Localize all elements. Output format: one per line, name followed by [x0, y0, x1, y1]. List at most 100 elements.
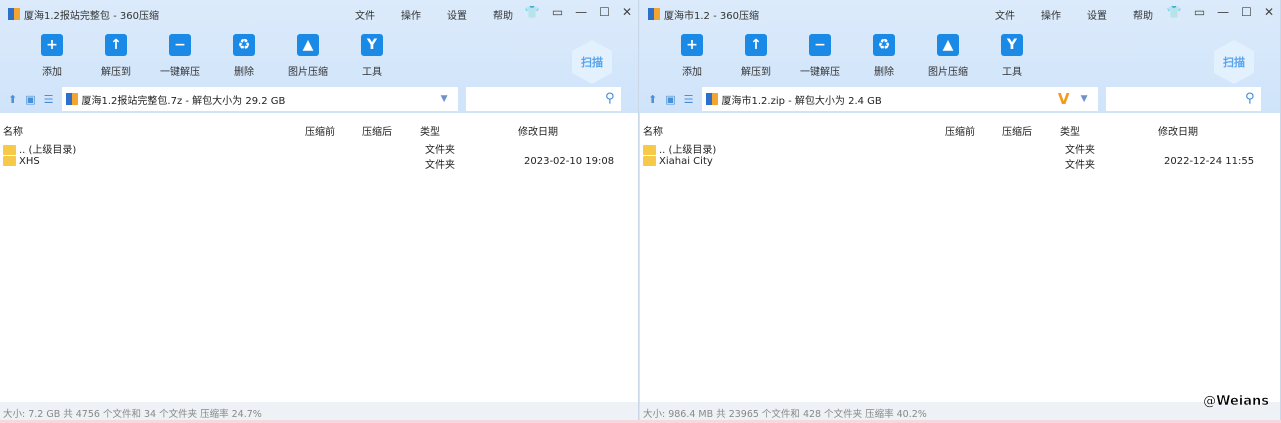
minimize-button[interactable]: — — [575, 5, 587, 19]
thumbnail-view-icon[interactable]: ▣ — [25, 93, 35, 106]
search-input[interactable]: ⚲ — [465, 87, 621, 111]
menu-item[interactable]: 操作 — [401, 7, 421, 22]
column-header: 名称 压缩前 压缩后 类型 修改日期 — [640, 119, 1280, 141]
file-name: XHS — [19, 156, 40, 167]
search-icon[interactable]: ⚲ — [605, 91, 615, 106]
path-text: 厦海市1.2.zip - 解包大小为 2.4 GB — [721, 95, 882, 107]
column-header: 名称 压缩前 压缩后 类型 修改日期 — [0, 119, 638, 141]
column-4[interactable]: 修改日期 — [1158, 123, 1198, 138]
maximize-button[interactable]: ☐ — [1241, 5, 1252, 19]
column-4[interactable]: 修改日期 — [518, 123, 558, 138]
list-view-icon[interactable]: ☰ — [684, 93, 694, 106]
search-input[interactable]: ⚲ — [1105, 87, 1261, 111]
archive-window: 厦海1.2报站完整包 - 360压缩 文件 操作 设置 帮助 👕 ▭ — ☐ ✕ + 添加 ↑ 解压… — [0, 0, 639, 420]
toolbar-button[interactable]: + 添加 — [20, 28, 84, 85]
thumbnail-view-icon[interactable]: ▣ — [665, 93, 675, 106]
window-title: 厦海1.2报站完整包 - 360压缩 — [24, 10, 159, 22]
menu-item[interactable]: 设置 — [1087, 7, 1107, 22]
toolbar-button[interactable]: ↑ 解压到 — [724, 28, 788, 85]
folder-icon — [643, 156, 656, 166]
image-compress-icon: ▲ — [297, 34, 319, 56]
menu-item[interactable]: 操作 — [1041, 7, 1061, 22]
dropdown-icon[interactable]: ▼ — [1081, 94, 1088, 104]
toolbar-button[interactable]: − 一键解压 — [788, 28, 852, 85]
one-click-extract-icon: − — [169, 34, 191, 56]
v-logo-icon[interactable]: V — [1058, 90, 1070, 108]
menu-item[interactable]: 帮助 — [493, 7, 513, 22]
delete-icon: ♻ — [873, 34, 895, 56]
toolbar-label: 删除 — [874, 67, 894, 78]
skin-icon[interactable]: 👕 — [1167, 5, 1182, 19]
menu-item[interactable]: 设置 — [447, 7, 467, 22]
list-view-icon[interactable]: ☰ — [44, 93, 54, 106]
dropdown-icon[interactable]: ▼ — [441, 94, 448, 104]
toolbar-label: 工具 — [1002, 67, 1022, 78]
archive-icon — [705, 93, 718, 105]
list-item[interactable]: Xiahai City 文件夹 2022-12-24 11:55 — [640, 156, 1280, 171]
toolbar-label: 一键解压 — [160, 67, 200, 78]
up-icon[interactable]: ⬆ — [8, 93, 17, 106]
maximize-button[interactable]: ☐ — [599, 5, 610, 19]
toolbar-label: 添加 — [682, 67, 702, 78]
up-icon[interactable]: ⬆ — [648, 93, 657, 106]
folder-icon — [3, 156, 16, 166]
feedback-icon[interactable]: ▭ — [1194, 5, 1205, 19]
file-date: 2023-02-10 19:08 — [524, 156, 615, 167]
skin-icon[interactable]: 👕 — [525, 5, 540, 19]
menu-item[interactable]: 文件 — [355, 7, 375, 22]
toolbar-button[interactable]: ♻ 删除 — [212, 28, 276, 85]
column-2[interactable]: 压缩后 — [1002, 123, 1032, 138]
toolbar-label: 一键解压 — [800, 67, 840, 78]
path-text: 厦海1.2报站完整包.7z - 解包大小为 29.2 GB — [81, 95, 286, 107]
status-bar: 大小: 7.2 GB 共 4756 个文件和 34 个文件夹 压缩率 24.7% — [0, 402, 638, 420]
app-logo-icon — [8, 8, 20, 20]
window-title: 厦海市1.2 - 360压缩 — [664, 10, 759, 22]
toolbar-button[interactable]: Y 工具 — [980, 28, 1044, 85]
menu-item[interactable]: 帮助 — [1133, 7, 1153, 22]
archive-icon — [65, 93, 78, 105]
minimize-button[interactable]: — — [1217, 5, 1229, 19]
folder-icon — [3, 145, 16, 155]
column-0[interactable]: 名称 — [3, 123, 23, 138]
file-type: 文件夹 — [425, 145, 455, 156]
toolbar-button[interactable]: Y 工具 — [340, 28, 404, 85]
column-2[interactable]: 压缩后 — [362, 123, 392, 138]
toolbar-button[interactable]: ♻ 删除 — [852, 28, 916, 85]
column-1[interactable]: 压缩前 — [945, 123, 975, 138]
toolbar-button[interactable]: + 添加 — [660, 28, 724, 85]
watermark: @Weians — [1203, 394, 1269, 410]
file-name: .. (上级目录) — [659, 145, 717, 156]
menu-item[interactable]: 文件 — [995, 7, 1015, 22]
column-3[interactable]: 类型 — [1060, 123, 1080, 138]
extract-to-icon: ↑ — [745, 34, 767, 56]
file-name: Xiahai City — [659, 156, 713, 167]
file-type: 文件夹 — [1065, 145, 1095, 156]
status-bar: 大小: 986.4 MB 共 23965 个文件和 428 个文件夹 压缩率 4… — [640, 402, 1280, 420]
toolbar-label: 删除 — [234, 67, 254, 78]
add-icon: + — [681, 34, 703, 56]
list-item[interactable]: XHS 文件夹 2023-02-10 19:08 — [0, 156, 638, 171]
toolbar-button[interactable]: ▲ 图片压缩 — [916, 28, 980, 85]
close-button[interactable]: ✕ — [622, 5, 632, 19]
app-logo-icon — [648, 8, 660, 20]
extract-to-icon: ↑ — [105, 34, 127, 56]
delete-icon: ♻ — [233, 34, 255, 56]
feedback-icon[interactable]: ▭ — [552, 5, 563, 19]
column-1[interactable]: 压缩前 — [305, 123, 335, 138]
toolbar-button[interactable]: ↑ 解压到 — [84, 28, 148, 85]
list-item[interactable]: .. (上级目录) 文件夹 — [0, 141, 638, 156]
path-field[interactable]: 厦海市1.2.zip - 解包大小为 2.4 GB V ▼ — [701, 87, 1098, 111]
file-type: 文件夹 — [425, 160, 455, 171]
tools-icon: Y — [1001, 34, 1023, 56]
column-3[interactable]: 类型 — [420, 123, 440, 138]
search-icon[interactable]: ⚲ — [1245, 91, 1255, 106]
toolbar-label: 图片压缩 — [288, 67, 328, 78]
list-item[interactable]: .. (上级目录) 文件夹 — [640, 141, 1280, 156]
close-button[interactable]: ✕ — [1264, 5, 1274, 19]
path-field[interactable]: 厦海1.2报站完整包.7z - 解包大小为 29.2 GB ▼ — [61, 87, 458, 111]
file-type: 文件夹 — [1065, 160, 1095, 171]
toolbar-button[interactable]: ▲ 图片压缩 — [276, 28, 340, 85]
file-name: .. (上级目录) — [19, 145, 77, 156]
toolbar-button[interactable]: − 一键解压 — [148, 28, 212, 85]
column-0[interactable]: 名称 — [643, 123, 663, 138]
